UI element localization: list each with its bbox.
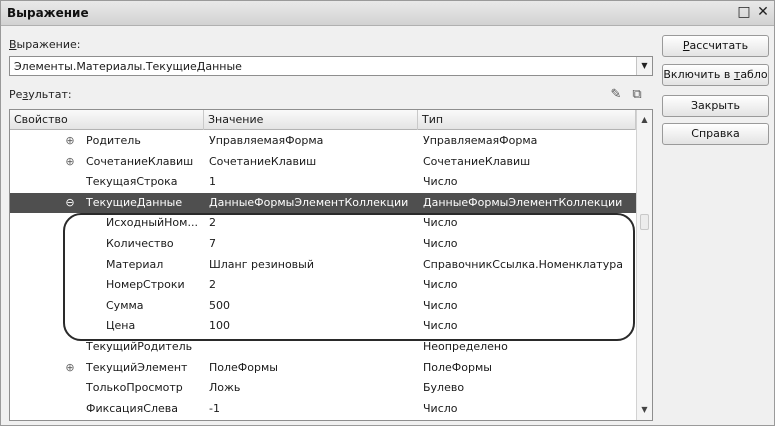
expression-input[interactable]: Элементы.Материалы.ТекущиеДанные ▼ — [9, 56, 653, 76]
cell-property: Количество — [106, 237, 174, 250]
cell-value: Ложь — [209, 381, 241, 395]
cell-type: УправляемаяФорма — [423, 134, 538, 147]
close-button[interactable]: Закрыть — [662, 95, 769, 117]
scroll-thumb[interactable] — [640, 214, 649, 230]
cell-property: ТолькоПросмотр — [86, 381, 183, 395]
close-icon[interactable]: ✕ — [755, 4, 771, 20]
expression-window: Выражение □ ✕ Выражение: Элементы.Матери… — [0, 0, 775, 426]
cell-property: Сумма — [106, 298, 144, 312]
cell-property: ТекущийРодитель — [86, 340, 193, 353]
table-row[interactable]: Количество 7 Число — [10, 234, 636, 255]
table-row[interactable]: ТолькоПросмотр Ложь Булево — [10, 378, 636, 399]
cell-type: Число — [423, 319, 458, 333]
cell-type: Число — [423, 401, 458, 415]
cell-property: НомерСтроки — [106, 278, 185, 292]
table-row[interactable]: ИсходныйНом... 2 Число — [10, 213, 636, 234]
cell-value: 500 — [209, 298, 230, 312]
cell-type: Число — [423, 278, 458, 292]
restore-icon[interactable]: □ — [736, 4, 752, 20]
cell-property: ФиксацияСлева — [86, 401, 179, 415]
cell-type: СочетаниеКлавиш — [423, 154, 531, 168]
scroll-up-icon[interactable]: ▲ — [637, 112, 652, 128]
cell-property: Цена — [106, 319, 136, 333]
cell-value: 100 — [209, 319, 230, 333]
calculate-button[interactable]: Рассчитать — [662, 35, 769, 57]
table-row[interactable]: Сумма 500 Число — [10, 296, 636, 317]
table-row[interactable]: Материал Шланг резиновый СправочникСсылк… — [10, 255, 636, 276]
table-row[interactable]: ТекущаяСтрока 1 Число — [10, 172, 636, 193]
table-row[interactable]: ⊕ СочетаниеКлавиш СочетаниеКлавиш Сочета… — [10, 152, 636, 173]
grid-header: Свойство Значение Тип — [10, 110, 636, 130]
cell-value: 1 — [209, 175, 216, 189]
column-header-type[interactable]: Тип — [418, 110, 636, 130]
table-row-selected[interactable]: ⊖ ТекущиеДанные ДанныеФормыЭлементКоллек… — [10, 192, 636, 214]
cell-property: ТекущаяСтрока — [86, 175, 178, 189]
cell-value: Шланг резиновый — [209, 257, 314, 271]
chevron-down-icon[interactable]: ▼ — [636, 57, 652, 75]
cell-value: 2 — [209, 278, 216, 292]
title-bar[interactable]: Выражение □ ✕ — [1, 1, 774, 26]
expand-icon[interactable]: ⊕ — [64, 361, 76, 374]
table-row[interactable]: ⊕ Родитель УправляемаяФорма УправляемаяФ… — [10, 131, 636, 152]
cell-value: 7 — [209, 237, 216, 250]
scroll-down-icon[interactable]: ▼ — [637, 402, 652, 418]
cell-type: Число — [423, 298, 458, 312]
column-header-value[interactable]: Значение — [204, 110, 418, 130]
expression-value: Элементы.Материалы.ТекущиеДанные — [14, 60, 242, 73]
cell-property: ИсходныйНом... — [106, 216, 198, 230]
column-header-property[interactable]: Свойство — [10, 110, 204, 130]
expand-icon[interactable]: ⊕ — [64, 155, 76, 168]
cell-type: СправочникСсылка.Номенклатура — [423, 257, 623, 271]
table-row[interactable]: ТекущийРодитель Неопределено — [10, 337, 636, 358]
cell-value: ПолеФормы — [209, 360, 278, 374]
collapse-icon[interactable]: ⊖ — [64, 196, 76, 209]
table-row[interactable]: НомерСтроки 2 Число — [10, 275, 636, 296]
cell-value: СочетаниеКлавиш — [209, 154, 317, 168]
table-row[interactable]: ФиксацияСлева -1 Число — [10, 399, 636, 420]
vertical-scrollbar[interactable]: ▲ ▼ — [636, 110, 652, 420]
pencil-icon[interactable]: ✎ — [608, 87, 624, 103]
expression-label: Выражение: — [9, 38, 81, 51]
cell-property: Родитель — [86, 134, 141, 147]
help-button[interactable]: Справка — [662, 123, 769, 145]
cell-property: ТекущийЭлемент — [86, 360, 188, 374]
grid-rows: ⊕ Родитель УправляемаяФорма УправляемаяФ… — [10, 131, 636, 420]
window-title: Выражение — [7, 6, 89, 20]
table-row[interactable]: Цена 100 Число — [10, 316, 636, 337]
cell-property: ТекущиеДанные — [86, 195, 183, 209]
result-grid[interactable]: Свойство Значение Тип ⊕ Родитель Управля… — [9, 109, 653, 421]
cell-value: ДанныеФормыЭлементКоллекции — [209, 195, 409, 209]
cell-type: Число — [423, 175, 458, 189]
cell-value: 2 — [209, 216, 216, 230]
table-row[interactable]: ⊕ ТекущийЭлемент ПолеФормы ПолеФормы — [10, 358, 636, 379]
cell-type: ДанныеФормыЭлементКоллекции — [423, 195, 623, 209]
cell-property: Материал — [106, 257, 164, 271]
cell-value: УправляемаяФорма — [209, 134, 324, 147]
cell-type: Число — [423, 216, 458, 230]
cell-type: Булево — [423, 381, 465, 395]
cell-property: СочетаниеКлавиш — [86, 154, 194, 168]
cell-type: Число — [423, 237, 458, 250]
insert-into-table-button[interactable]: Включить в табло — [662, 64, 769, 86]
cell-value: -1 — [209, 401, 220, 415]
cell-type: ПолеФормы — [423, 360, 492, 374]
expand-icon[interactable]: ⊕ — [64, 134, 76, 147]
result-label: Результат: — [9, 88, 72, 101]
cell-type: Неопределено — [423, 340, 508, 353]
copy-icon[interactable]: ⧉ — [629, 87, 645, 103]
